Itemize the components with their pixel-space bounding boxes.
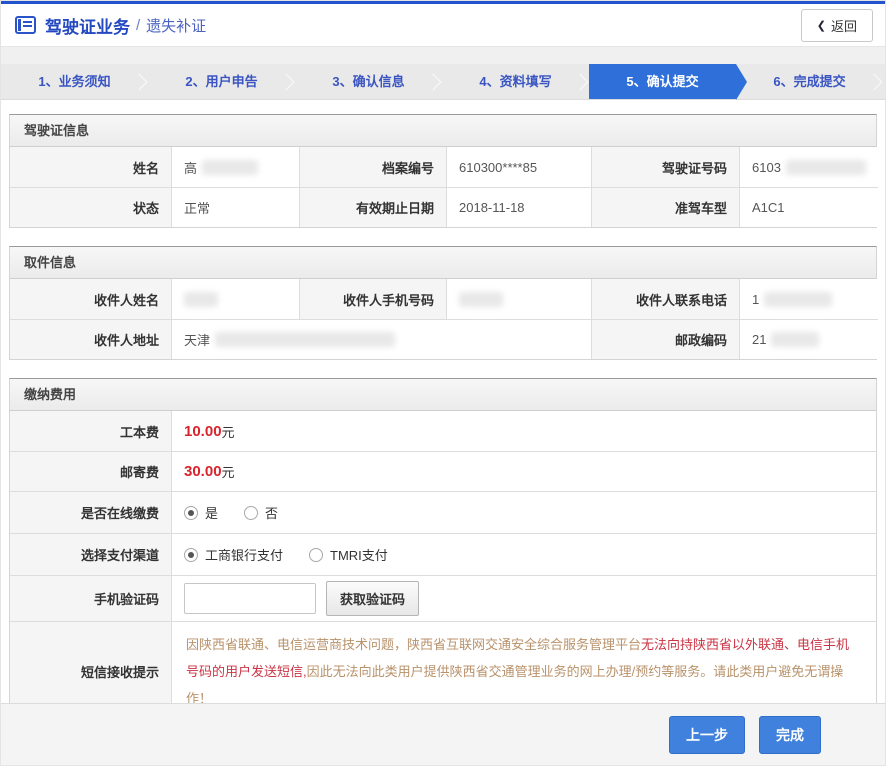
step-5-confirm-submit: 5、确认提交 xyxy=(589,64,736,99)
postal-code-label: 邮政编码 xyxy=(592,319,740,359)
license-info-section: 驾驶证信息 姓名 高 档案编号 610300****85 驾驶证号码 6103 … xyxy=(9,114,877,228)
recipient-phone-value: 1 xyxy=(740,279,878,319)
name-label: 姓名 xyxy=(10,147,172,187)
pickup-info-section: 取件信息 收件人姓名 收件人手机号码 收件人联系电话 1 收件人地址 天津 邮政… xyxy=(9,246,877,360)
step-4-fill-data: 4、资料填写 xyxy=(442,64,589,99)
back-button-label: 返回 xyxy=(831,16,857,35)
step-1-business-notice: 1、业务须知 xyxy=(1,64,148,99)
sms-code-row: 手机验证码 获取验证码 xyxy=(10,575,876,621)
step-progress-bar: 1、业务须知 2、用户申告 3、确认信息 4、资料填写 5、确认提交 6、完成提… xyxy=(1,64,885,100)
payment-channel-label: 选择支付渠道 xyxy=(10,533,172,575)
pickup-info-row-1: 收件人姓名 收件人手机号码 收件人联系电话 1 xyxy=(10,279,876,319)
online-payment-row: 是否在线缴费 是 否 xyxy=(10,491,876,533)
pickup-info-row-2: 收件人地址 天津 邮政编码 21 xyxy=(10,319,876,359)
pickup-info-title: 取件信息 xyxy=(10,247,876,279)
sms-code-label: 手机验证码 xyxy=(10,575,172,621)
postage-fee-value: 30.00元 xyxy=(172,451,876,491)
payment-channel-row: 选择支付渠道 工商银行支付 TMRI支付 xyxy=(10,533,876,575)
name-value: 高 xyxy=(172,147,300,187)
fees-section: 缴纳费用 工本费 10.00元 邮寄费 30.00元 是否在线缴费 是 xyxy=(9,378,877,722)
license-number-label: 驾驶证号码 xyxy=(592,147,740,187)
radio-circle-icon xyxy=(184,506,198,520)
page-header: 驾驶证业务 / 遗失补证 ❮ 返回 xyxy=(1,4,885,46)
main-content: 驾驶证信息 姓名 高 档案编号 610300****85 驾驶证号码 6103 … xyxy=(1,100,885,722)
sms-code-input[interactable] xyxy=(184,583,316,614)
status-label: 状态 xyxy=(10,187,172,227)
online-payment-label: 是否在线缴费 xyxy=(10,491,172,533)
license-form-icon xyxy=(15,16,36,34)
postage-fee-label: 邮寄费 xyxy=(10,451,172,491)
online-payment-no-label: 否 xyxy=(265,503,278,522)
recipient-name-label: 收件人姓名 xyxy=(10,279,172,319)
fees-title: 缴纳费用 xyxy=(10,379,876,411)
previous-step-button[interactable]: 上一步 xyxy=(669,716,745,754)
file-number-label: 档案编号 xyxy=(300,147,447,187)
expiry-date-label: 有效期止日期 xyxy=(300,187,447,227)
recipient-mobile-label: 收件人手机号码 xyxy=(300,279,447,319)
chevron-left-icon: ❮ xyxy=(817,19,826,32)
status-value: 正常 xyxy=(172,187,300,227)
online-payment-yes-radio[interactable]: 是 xyxy=(184,503,218,522)
radio-circle-icon xyxy=(244,506,258,520)
recipient-address-value: 天津 xyxy=(172,319,592,359)
page-title: 驾驶证业务 xyxy=(45,13,130,38)
production-fee-label: 工本费 xyxy=(10,411,172,451)
postage-fee-unit: 元 xyxy=(222,462,235,481)
radio-circle-icon xyxy=(184,548,198,562)
license-info-row-2: 状态 正常 有效期止日期 2018-11-18 准驾车型 A1C1 xyxy=(10,187,876,227)
online-payment-no-radio[interactable]: 否 xyxy=(244,503,278,522)
postage-fee-amount: 30.00 xyxy=(184,463,222,480)
vehicle-class-label: 准驾车型 xyxy=(592,187,740,227)
recipient-address-label: 收件人地址 xyxy=(10,319,172,359)
license-info-row-1: 姓名 高 档案编号 610300****85 驾驶证号码 6103 xyxy=(10,147,876,187)
back-button[interactable]: ❮ 返回 xyxy=(801,9,873,42)
online-payment-yes-label: 是 xyxy=(205,503,218,522)
recipient-phone-label: 收件人联系电话 xyxy=(592,279,740,319)
finish-button[interactable]: 完成 xyxy=(759,716,821,754)
step-2-user-declaration: 2、用户申告 xyxy=(148,64,295,99)
sms-code-field-group: 获取验证码 xyxy=(172,575,876,621)
postal-code-value: 21 xyxy=(740,319,878,359)
payment-channel-options: 工商银行支付 TMRI支付 xyxy=(172,533,876,575)
sms-notice-part-1: 因陕西省联通、电信运营商技术问题，陕西省互联网交通安全综合服务管理平台 xyxy=(186,637,641,652)
expiry-date-value: 2018-11-18 xyxy=(447,187,592,227)
file-number-value: 610300****85 xyxy=(447,147,592,187)
header-divider-band xyxy=(1,46,885,64)
breadcrumb-current: 遗失补证 xyxy=(146,15,206,36)
icbc-payment-radio[interactable]: 工商银行支付 xyxy=(184,545,283,564)
radio-circle-icon xyxy=(309,548,323,562)
production-fee-unit: 元 xyxy=(222,422,235,441)
production-fee-row: 工本费 10.00元 xyxy=(10,411,876,451)
icbc-payment-label: 工商银行支付 xyxy=(205,545,283,564)
production-fee-amount: 10.00 xyxy=(184,423,222,440)
production-fee-value: 10.00元 xyxy=(172,411,876,451)
postage-fee-row: 邮寄费 30.00元 xyxy=(10,451,876,491)
step-6-complete-submit: 6、完成提交 xyxy=(736,64,883,99)
footer-action-bar: 上一步 完成 xyxy=(1,703,885,765)
license-number-value: 6103 xyxy=(740,147,878,187)
page: 驾驶证业务 / 遗失补证 ❮ 返回 1、业务须知 2、用户申告 3、确认信息 4… xyxy=(0,0,886,766)
tmri-payment-radio[interactable]: TMRI支付 xyxy=(309,545,388,564)
get-sms-code-button[interactable]: 获取验证码 xyxy=(326,581,419,616)
online-payment-options: 是 否 xyxy=(172,491,876,533)
license-info-title: 驾驶证信息 xyxy=(10,115,876,147)
recipient-name-value xyxy=(172,279,300,319)
vehicle-class-value: A1C1 xyxy=(740,187,878,227)
step-3-confirm-info: 3、确认信息 xyxy=(295,64,442,99)
breadcrumb-separator: / xyxy=(136,17,140,34)
recipient-mobile-value xyxy=(447,279,592,319)
tmri-payment-label: TMRI支付 xyxy=(330,545,388,564)
